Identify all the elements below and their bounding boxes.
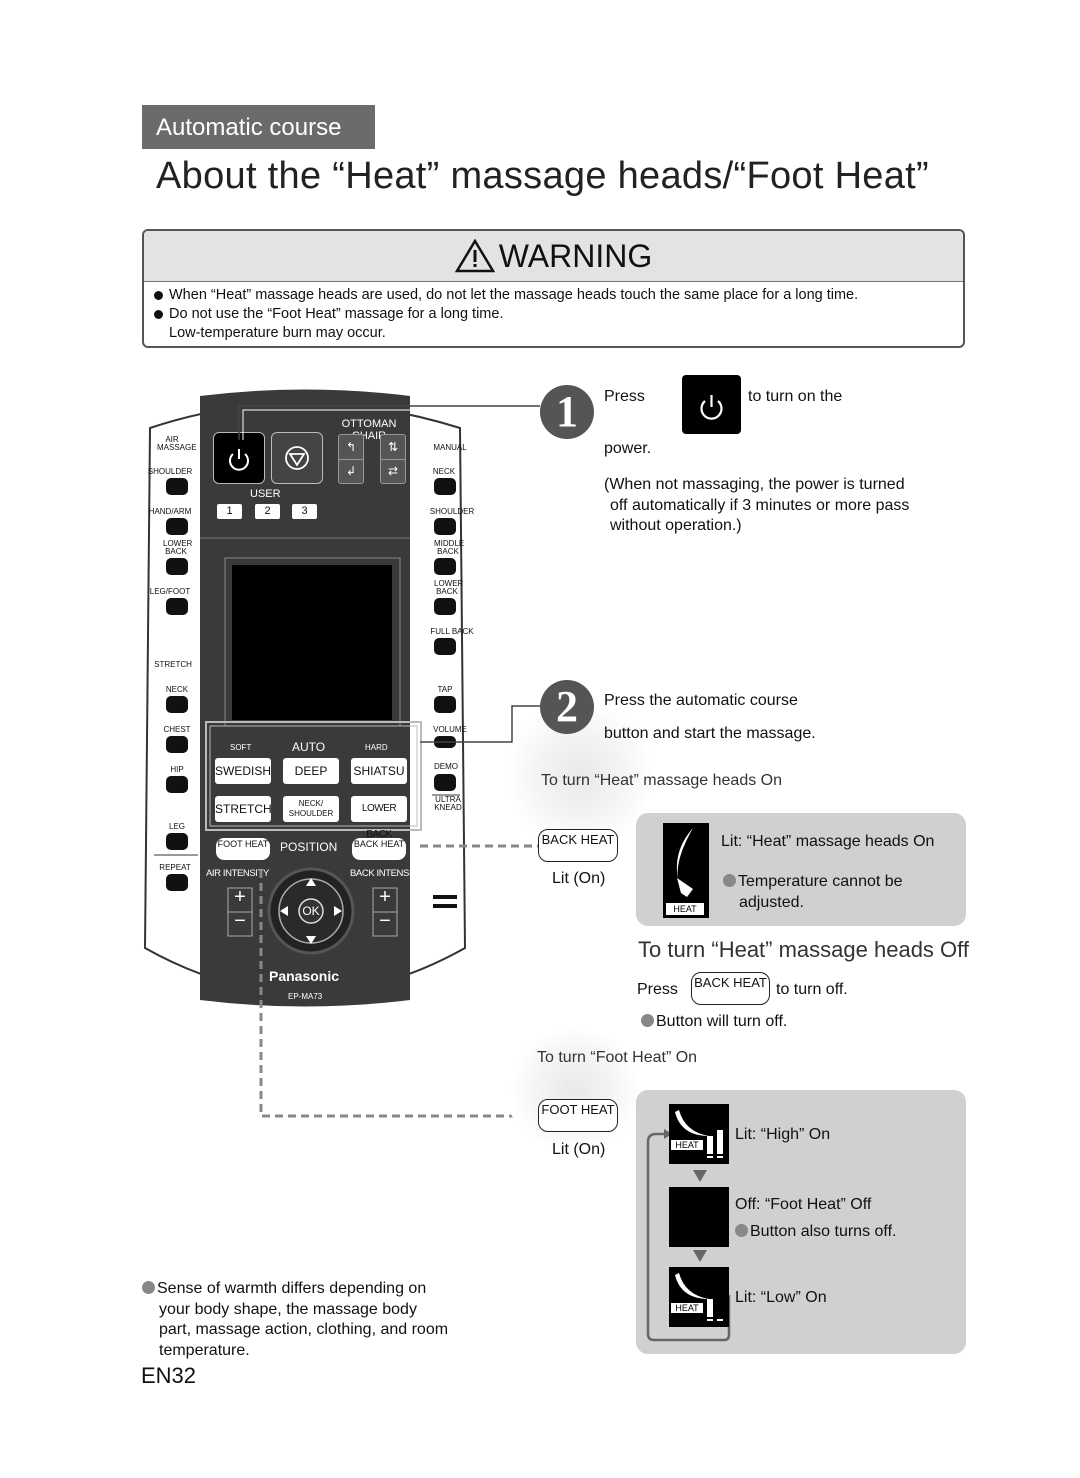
heat-off-press: Press (637, 981, 678, 998)
heat-on-heading: To turn “Heat” massage heads On (541, 772, 783, 789)
step-2-text: Press the automatic course button and st… (604, 692, 816, 742)
step-1-note: (When not massaging, the power is turned… (604, 476, 910, 534)
foot-heat-state: Lit (On) (552, 1141, 606, 1158)
step-1-badge: 1 (540, 385, 594, 439)
foot-state-off: Off: “Foot Heat” Off (735, 1196, 872, 1213)
heat-on-note: Temperature cannot be adjusted. (723, 871, 903, 913)
back-heat-pill: BACK HEAT (538, 829, 618, 862)
step-1-text: to turn on the (748, 388, 843, 405)
heat-icon-label: HEAT (666, 903, 704, 915)
footnote: Sense of warmth differs depending on you… (142, 1279, 448, 1361)
heat-icon-label: HEAT (671, 1140, 703, 1150)
foot-heat-high-icon: HEAT (669, 1104, 729, 1164)
power-button-illustration (682, 375, 741, 434)
heat-on-lit-text: Lit: “Heat” massage heads On (721, 833, 935, 850)
foot-on-heading: To turn “Foot Heat” On (537, 1049, 698, 1066)
foot-heat-low-icon: HEAT (669, 1267, 729, 1327)
step-1-press: Press (604, 388, 645, 405)
heat-indicator-icon: HEAT (663, 823, 709, 918)
foot-heat-off-icon (669, 1187, 729, 1247)
back-heat-state: Lit (On) (552, 870, 606, 887)
heat-off-note: Button will turn off. (641, 1013, 787, 1031)
back-heat-pill-off: BACK HEAT (691, 972, 770, 1005)
glow-decoration (505, 1030, 645, 1150)
foot-heat-pill: FOOT HEAT (538, 1099, 618, 1132)
step-1-text-line2: power. (604, 440, 652, 457)
power-icon (700, 395, 723, 420)
heat-icon-label: HEAT (671, 1303, 703, 1313)
page-number: EN32 (141, 1363, 197, 1388)
heat-off-text: to turn off. (776, 981, 848, 998)
foot-state-off-note: Button also turns off. (735, 1223, 896, 1241)
foot-state-high: Lit: “High” On (735, 1126, 831, 1143)
heat-off-heading: To turn “Heat” massage heads Off (638, 937, 969, 962)
step-2-badge: 2 (540, 680, 594, 734)
foot-state-low: Lit: “Low” On (735, 1289, 827, 1306)
